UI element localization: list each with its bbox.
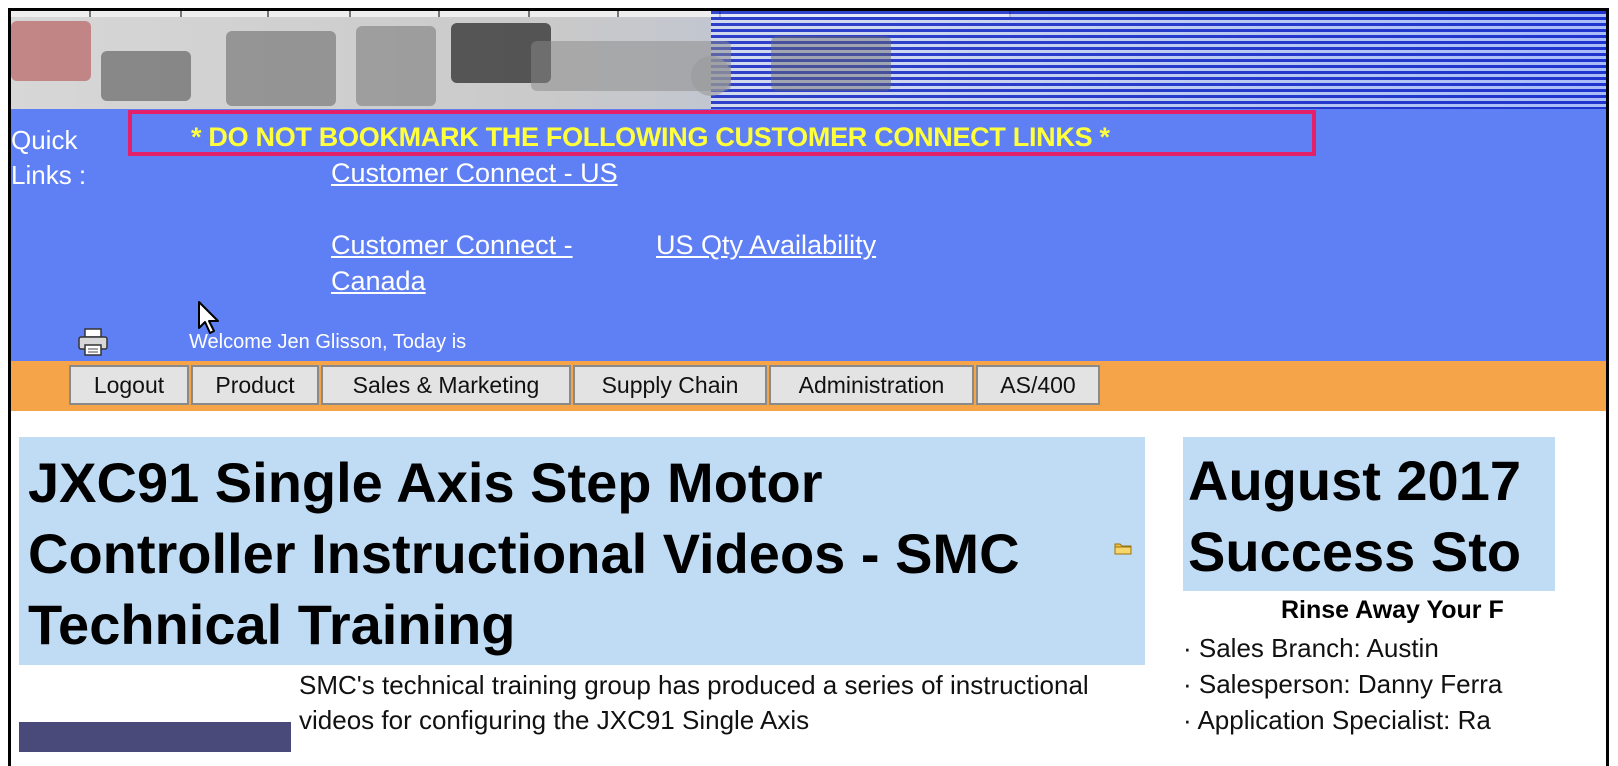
product-image: [226, 31, 336, 106]
video-thumbnail[interactable]: [19, 722, 291, 752]
list-item: · Salesperson: Danny Ferra: [1183, 669, 1503, 699]
menu-supply-chain[interactable]: Supply Chain: [573, 365, 767, 405]
link-us-qty-availability[interactable]: US Qty Availability: [656, 227, 876, 263]
quick-links-label: Quick Links :: [11, 125, 87, 190]
product-image: [11, 21, 91, 81]
browser-frame: Quick Links : * DO NOT BOOKMARK THE FOLL…: [8, 8, 1609, 766]
list-item: · Application Specialist: Ra: [1183, 705, 1491, 735]
link-customer-connect-canada[interactable]: Customer Connect - Canada: [331, 227, 631, 299]
sidebar-story-details: · Sales Branch: Austin · Salesperson: Da…: [1183, 630, 1555, 738]
article-title[interactable]: JXC91 Single Axis Step Motor Controller …: [28, 447, 1068, 660]
link-customer-connect-us[interactable]: Customer Connect - US: [331, 155, 631, 191]
sidebar-title[interactable]: August 2017 Success Sto: [1188, 445, 1548, 587]
menu-sales-marketing[interactable]: Sales & Marketing: [321, 365, 571, 405]
product-image: [771, 36, 891, 91]
mouse-cursor-icon: [198, 301, 219, 334]
quick-links-panel: Quick Links : * DO NOT BOOKMARK THE FOLL…: [11, 109, 1606, 361]
sidebar-story-title: Rinse Away Your F: [1281, 596, 1504, 624]
sidebar-header: August 2017 Success Sto: [1183, 437, 1555, 591]
menu-product[interactable]: Product: [191, 365, 319, 405]
menu-administration[interactable]: Administration: [769, 365, 974, 405]
main-menu-bar: Logout Product Sales & Marketing Supply …: [11, 361, 1606, 411]
folder-icon[interactable]: [1114, 541, 1132, 555]
product-image: [356, 26, 436, 106]
bookmark-warning: * DO NOT BOOKMARK THE FOLLOWING CUSTOMER…: [191, 122, 1110, 152]
printer-icon[interactable]: [77, 328, 109, 356]
header-banner: [11, 11, 1606, 109]
gauge-image: [691, 56, 731, 96]
article-header: JXC91 Single Axis Step Motor Controller …: [19, 437, 1145, 665]
list-item: · Sales Branch: Austin: [1183, 633, 1439, 663]
sidebar-title-text: August 2017 Success Sto: [1188, 449, 1522, 583]
product-image: [101, 51, 191, 101]
menu-as400[interactable]: AS/400: [976, 365, 1100, 405]
article-summary: SMC's technical training group has produ…: [299, 670, 1089, 735]
menu-logout[interactable]: Logout: [69, 365, 189, 405]
main-menu: Logout Product Sales & Marketing Supply …: [69, 365, 1102, 405]
welcome-message: Welcome Jen Glisson, Today is: [189, 331, 467, 353]
